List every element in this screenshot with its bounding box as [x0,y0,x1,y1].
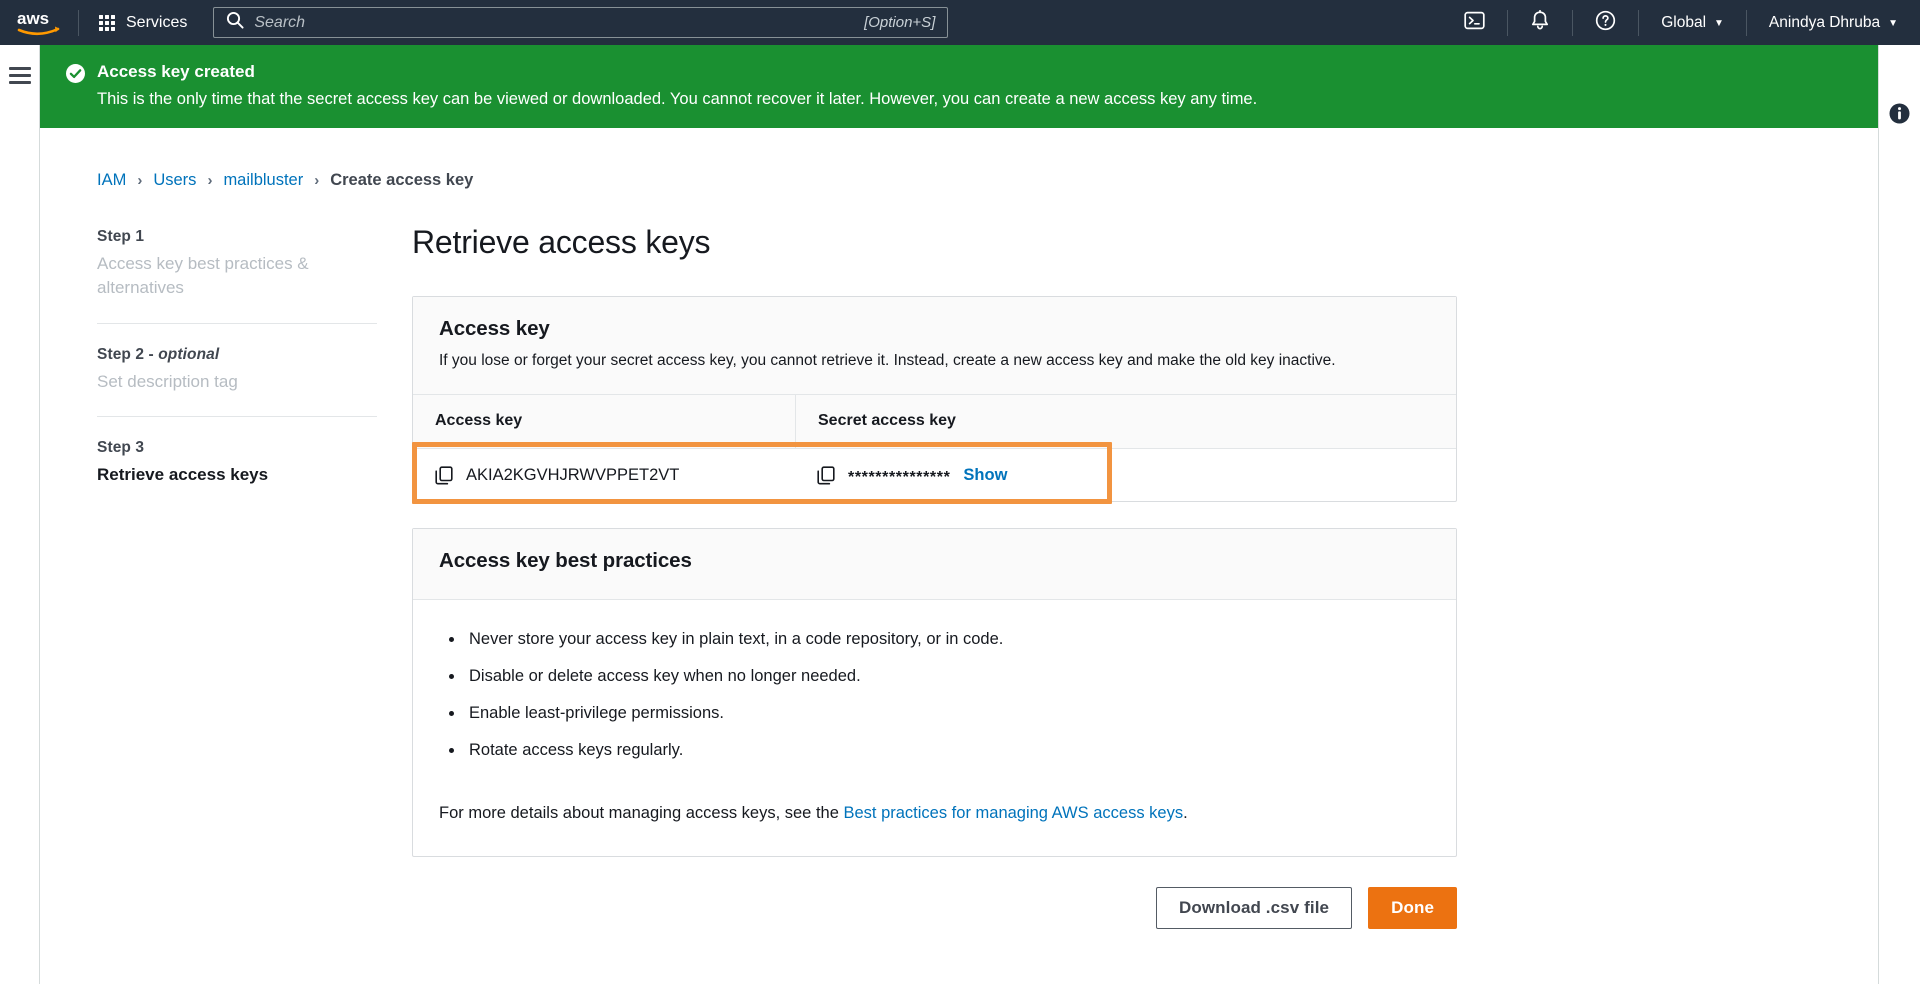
list-item: Disable or delete access key when no lon… [465,665,1430,688]
access-key-table-header: Access key Secret access key [413,395,1456,449]
copy-access-key-icon[interactable] [435,466,453,485]
column-header-access-key: Access key [413,395,795,448]
step-1-label: Access key best practices & alternatives [97,252,377,300]
search-icon [226,11,244,34]
steps-sidebar: Step 1 Access key best practices & alter… [97,224,397,958]
best-practices-card-title: Access key best practices [439,549,1430,573]
best-practices-card: Access key best practices Never store yo… [412,528,1457,856]
region-label: Global [1661,14,1706,32]
services-label: Services [126,14,187,32]
bell-icon [1530,10,1550,36]
main-content: IAM › Users › mailbluster › Create acces… [40,128,1878,984]
best-practices-footer: For more details about managing access k… [413,794,1456,855]
list-item: Enable least-privilege permissions. [465,702,1430,725]
step-1: Step 1 Access key best practices & alter… [97,224,377,322]
search-shortcut-hint: [Option+S] [864,14,935,31]
breadcrumb-item-current: Create access key [330,171,473,190]
question-mark-icon [1595,10,1616,36]
access-key-card-subtitle: If you lose or forget your secret access… [439,350,1430,372]
download-csv-button[interactable]: Download .csv file [1156,887,1352,929]
breadcrumb-item-users[interactable]: Users [153,171,196,190]
region-selector[interactable]: Global ▼ [1639,0,1746,45]
footer-suffix-text: . [1183,804,1188,822]
left-rail [0,45,40,984]
step-3-label: Retrieve access keys [97,463,377,487]
access-key-card-title: Access key [439,317,1430,341]
notifications-button[interactable] [1508,0,1572,45]
chevron-right-icon: › [207,172,212,189]
step-2-optional-tag: optional [158,346,219,363]
step-3-number: Step 3 [97,439,377,457]
aws-logo[interactable]: aws [0,0,78,45]
page-shell: Access key created This is the only time… [0,45,1920,984]
breadcrumb: IAM › Users › mailbluster › Create acces… [40,128,1878,190]
banner-title: Access key created [97,61,1257,83]
hamburger-menu-icon[interactable] [9,67,31,84]
best-practices-doc-link[interactable]: Best practices for managing AWS access k… [843,804,1183,822]
chevron-right-icon: › [137,172,142,189]
content-column: Access key created This is the only time… [40,45,1878,984]
action-buttons: Download .csv file Done [412,887,1457,959]
step-1-number: Step 1 [97,228,377,246]
copy-secret-key-icon[interactable] [817,466,835,485]
best-practices-card-header: Access key best practices [413,529,1456,600]
search-input[interactable] [254,14,854,32]
footer-prefix-text: For more details about managing access k… [439,804,843,822]
banner-message: This is the only time that the secret ac… [97,88,1257,110]
breadcrumb-item-mailbluster[interactable]: mailbluster [223,171,303,190]
step-2-label: Set description tag [97,370,377,394]
svg-text:aws: aws [17,9,49,28]
access-key-cell: AKIA2KGVHJRWVPPET2VT [413,466,795,485]
help-button[interactable] [1573,0,1638,45]
services-menu-button[interactable]: Services [79,0,207,45]
success-banner: Access key created This is the only time… [40,45,1878,128]
show-secret-key-link[interactable]: Show [963,466,1007,485]
column-header-secret-access-key: Secret access key [795,395,1456,448]
account-label: Anindya Dhruba [1769,14,1880,32]
info-icon[interactable] [1889,103,1910,129]
right-rail [1878,45,1920,984]
step-2-number: Step 2 - optional [97,346,377,364]
secret-access-key-cell: *************** Show [795,466,1456,485]
nav-right-group: Global ▼ Anindya Dhruba ▼ [1442,0,1920,45]
chevron-right-icon: › [314,172,319,189]
top-navigation-bar: aws Services [Option+S] [0,0,1920,45]
best-practices-list: Never store your access key in plain tex… [413,600,1456,794]
chevron-down-icon: ▼ [1714,19,1724,29]
step-3: Step 3 Retrieve access keys [97,416,377,509]
breadcrumb-item-iam[interactable]: IAM [97,171,126,190]
body-row: Step 1 Access key best practices & alter… [40,190,1878,958]
step-2: Step 2 - optional Set description tag [97,323,377,416]
chevron-down-icon: ▼ [1888,19,1898,29]
account-menu[interactable]: Anindya Dhruba ▼ [1747,0,1920,45]
done-button[interactable]: Done [1368,887,1457,929]
secret-access-key-masked: *************** [848,469,950,487]
access-key-card-header: Access key If you lose or forget your se… [413,297,1456,395]
success-check-icon [66,64,85,88]
terminal-icon [1464,10,1485,36]
list-item: Rotate access keys regularly. [465,739,1430,762]
access-key-value: AKIA2KGVHJRWVPPET2VT [466,466,679,485]
access-key-card: Access key If you lose or forget your se… [412,296,1457,502]
grid-icon [99,15,115,31]
access-key-table-row: AKIA2KGVHJRWVPPET2VT *************** [413,449,1456,501]
page-title: Retrieve access keys [412,224,1457,261]
search-box[interactable]: [Option+S] [213,7,948,38]
cloudshell-button[interactable] [1442,0,1507,45]
center-column: Retrieve access keys Access key If you l… [397,224,1457,958]
list-item: Never store your access key in plain tex… [465,628,1430,651]
